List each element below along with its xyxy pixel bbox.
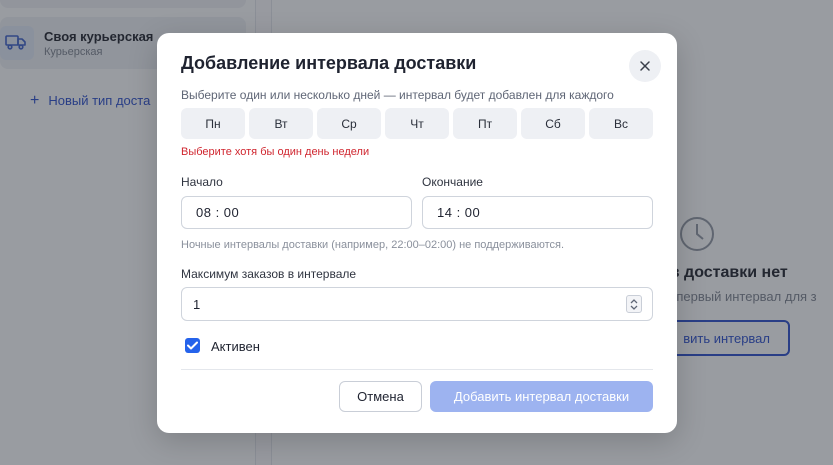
days-error-message: Выберите хотя бы один день недели — [181, 146, 370, 158]
day-mon[interactable]: Пн — [181, 108, 245, 139]
dialog-title: Добавление интервала доставки — [181, 53, 477, 73]
day-sat[interactable]: Сб — [521, 108, 585, 139]
add-interval-dialog: Добавление интервала доставки Выберите о… — [157, 33, 677, 433]
max-orders-value: 1 — [193, 296, 201, 312]
start-label: Начало — [181, 175, 223, 189]
day-thu[interactable]: Чт — [385, 108, 449, 139]
day-fri[interactable]: Пт — [453, 108, 517, 139]
chevron-up-icon — [630, 299, 638, 304]
max-orders-label: Максимум заказов в интервале — [181, 267, 357, 281]
close-button[interactable] — [629, 50, 661, 82]
end-time-input[interactable]: 14 : 00 — [422, 196, 653, 229]
chevron-down-icon — [630, 305, 638, 310]
days-hint: Выберите один или несколько дней — интер… — [181, 88, 614, 102]
add-interval-button[interactable]: Добавить интервал доставки — [430, 381, 653, 412]
start-time-input[interactable]: 08 : 00 — [181, 196, 412, 229]
end-label: Окончание — [422, 175, 483, 189]
weekday-selector: Пн Вт Ср Чт Пт Сб Вс — [181, 108, 653, 139]
day-wed[interactable]: Ср — [317, 108, 381, 139]
divider — [181, 369, 653, 370]
close-icon — [640, 61, 650, 71]
max-orders-input[interactable]: 1 — [181, 287, 653, 321]
night-interval-note: Ночные интервалы доставки (например, 22:… — [181, 239, 565, 251]
active-checkbox[interactable] — [185, 338, 200, 353]
active-label: Активен — [211, 339, 260, 354]
cancel-button[interactable]: Отмена — [339, 381, 422, 412]
day-sun[interactable]: Вс — [589, 108, 653, 139]
day-tue[interactable]: Вт — [249, 108, 313, 139]
checkmark-icon — [187, 341, 198, 350]
quantity-stepper[interactable] — [626, 295, 642, 313]
